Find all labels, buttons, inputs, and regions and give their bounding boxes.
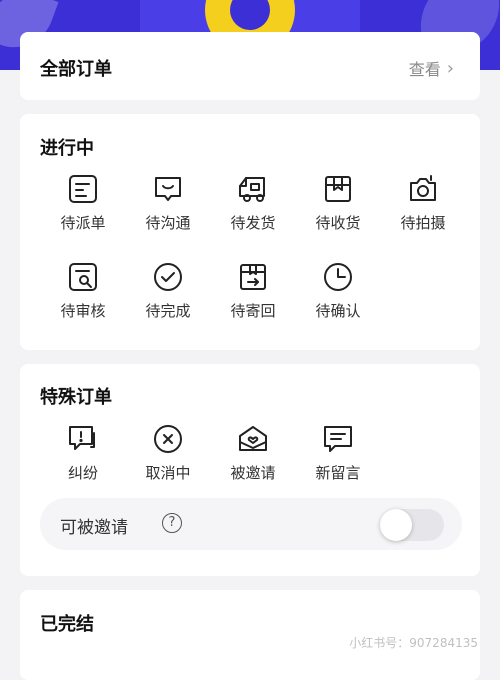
- dispute-icon: [69, 426, 95, 450]
- in-progress-title: 进行中: [40, 138, 94, 159]
- message-icon: [324, 426, 352, 452]
- special-status-new-message[interactable]: 新留言: [303, 422, 373, 483]
- item-label: 待收货: [315, 214, 361, 232]
- return-box-icon: [240, 264, 266, 290]
- order-status-ship[interactable]: 待发货: [218, 172, 288, 233]
- invite-setting-label: 可被邀请: [60, 518, 128, 538]
- invite-setting-row: 可被邀请 ?: [40, 498, 462, 550]
- camera-icon: [410, 175, 436, 201]
- item-label: 被邀请: [230, 464, 276, 482]
- item-label: 取消中: [145, 464, 191, 482]
- cancel-circle-icon: [154, 425, 182, 453]
- chevron-right-icon: ›: [446, 57, 454, 79]
- order-status-receive[interactable]: 待收货: [303, 172, 373, 233]
- item-label: 待沟通: [145, 214, 191, 232]
- invite-mail-icon: [239, 426, 267, 451]
- check-circle-icon: [154, 263, 182, 291]
- item-label: 新留言: [315, 464, 361, 482]
- invite-toggle[interactable]: [380, 509, 444, 541]
- dispatch-icon: [69, 175, 97, 203]
- watermark-text: 小红书号：907284135: [349, 636, 478, 650]
- view-all-link[interactable]: 查看 ›: [409, 56, 454, 80]
- chat-icon: [155, 177, 181, 201]
- all-orders-card[interactable]: 全部订单 查看 ›: [20, 32, 480, 100]
- in-progress-card: 进行中 待派单 待沟通 待发货 待收货 待拍摄 待审核 待完成 待寄回 待确认: [20, 114, 480, 350]
- special-status-cancelling[interactable]: 取消中: [133, 422, 203, 483]
- truck-icon: [239, 177, 265, 202]
- special-orders-card: 特殊订单 纠纷 取消中 被邀请 新留言 可被邀请 ?: [20, 364, 480, 576]
- box-icon: [325, 176, 351, 202]
- review-icon: [69, 263, 97, 291]
- order-status-return[interactable]: 待寄回: [218, 260, 288, 321]
- item-label: 待完成: [145, 302, 191, 320]
- order-status-communicate[interactable]: 待沟通: [133, 172, 203, 233]
- order-status-shoot[interactable]: 待拍摄: [388, 172, 458, 233]
- item-label: 待确认: [315, 302, 361, 320]
- order-status-review[interactable]: 待审核: [48, 260, 118, 321]
- item-label: 待拍摄: [400, 214, 446, 232]
- item-label: 待寄回: [230, 302, 276, 320]
- special-status-dispute[interactable]: 纠纷: [48, 422, 118, 483]
- item-label: 待派单: [60, 214, 106, 232]
- all-orders-title: 全部订单: [40, 59, 112, 80]
- view-all-label: 查看: [408, 60, 441, 79]
- special-status-invited[interactable]: 被邀请: [218, 422, 288, 483]
- order-status-complete[interactable]: 待完成: [133, 260, 203, 321]
- item-label: 待审核: [60, 302, 106, 320]
- special-orders-title: 特殊订单: [40, 387, 112, 408]
- order-status-confirm[interactable]: 待确认: [303, 260, 373, 321]
- order-status-dispatch[interactable]: 待派单: [48, 172, 118, 233]
- help-icon[interactable]: ?: [162, 513, 182, 533]
- clock-icon: [324, 263, 352, 291]
- completed-orders-title: 已完结: [40, 614, 94, 635]
- toggle-knob: [380, 509, 412, 541]
- item-label: 纠纷: [67, 464, 98, 482]
- item-label: 待发货: [230, 214, 276, 232]
